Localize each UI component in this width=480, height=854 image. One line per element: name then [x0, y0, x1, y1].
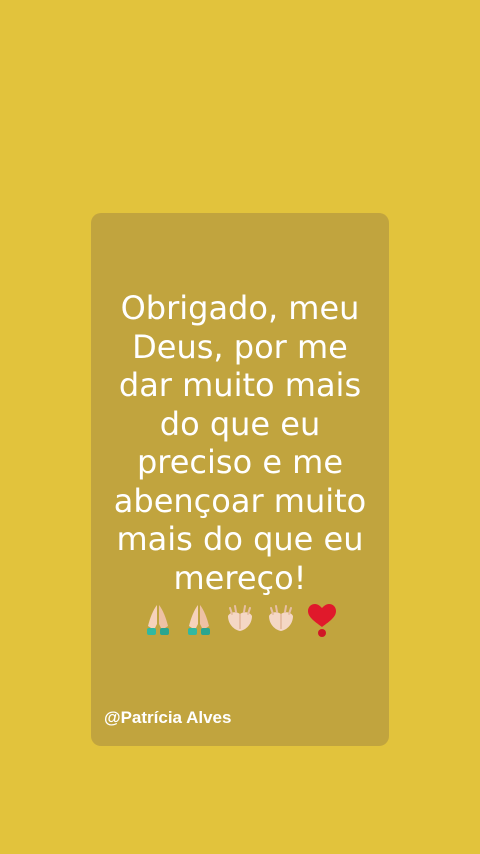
story-card: Obrigado, meu Deus, por me dar muito mai…	[91, 213, 389, 746]
author-handle: @Patrícia Alves	[104, 708, 232, 727]
folded-hands-icon	[147, 605, 169, 635]
folded-hands-icon	[188, 605, 210, 635]
emoji-row	[91, 600, 389, 640]
quote-text: Obrigado, meu Deus, por me dar muito mai…	[113, 289, 367, 597]
red-heart-exclamation-icon	[308, 604, 336, 637]
clapping-hands-icon	[269, 605, 293, 631]
clapping-hands-icon	[228, 605, 252, 631]
quote-block: Obrigado, meu Deus, por me dar muito mai…	[91, 289, 389, 640]
